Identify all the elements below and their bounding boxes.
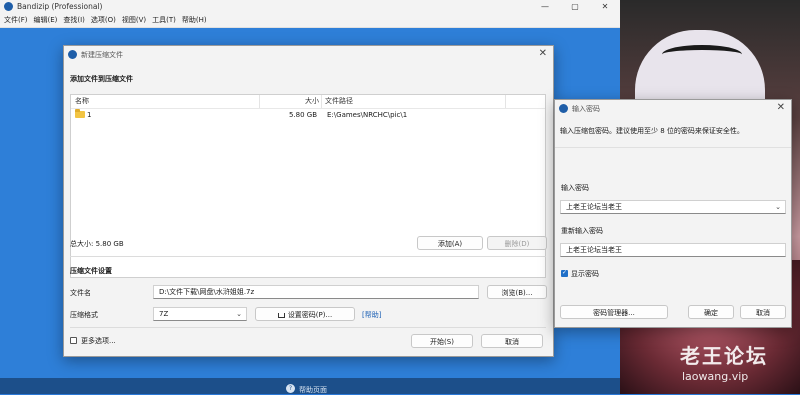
column-name[interactable]: 名称 [75,95,89,108]
password-input[interactable]: 上老王论坛当老王 ⌄ [560,200,786,214]
show-password-checkbox[interactable] [561,269,568,277]
format-label: 压缩格式 [70,311,98,319]
new-archive-title: 新建压缩文件 [81,50,123,59]
divider [555,147,791,148]
close-button[interactable]: ✕ [590,0,620,13]
start-button[interactable]: 开始(S) [411,334,473,348]
ok-button[interactable]: 确定 [688,305,734,319]
new-archive-dialog: 新建压缩文件 ✕ 添加文件到压缩文件 名称 大小 文件路径 1 5.80 GB … [63,45,554,357]
filename-field[interactable]: D:\文件下载\网盘\水浒姐姐.7z [153,285,479,299]
column-divider[interactable] [505,95,506,108]
more-options-label[interactable]: 更多选项... [81,336,116,346]
password-label: 输入密码 [561,184,589,192]
photo-headband [662,45,742,64]
filename-label: 文件名 [70,289,91,297]
help-link[interactable]: [帮助] [362,310,381,320]
table-row[interactable]: 1 5.80 GB E:\Games\NRCHC\pic\1 [71,108,545,122]
menu-help[interactable]: 帮助(H) [182,15,207,25]
close-icon[interactable]: ✕ [539,48,547,59]
row-size: 5.80 GB [288,111,317,119]
total-size: 总大小: 5.80 GB [70,240,124,248]
menu-bar: 文件(F) 编辑(E) 查找(I) 选项(O) 视图(V) 工具(T) 帮助(H… [0,13,620,28]
status-bar: ? 帮助页面 [0,378,620,394]
bandizip-logo-icon [4,2,13,11]
add-files-heading: 添加文件到压缩文件 [70,75,133,83]
window-controls: — ▢ ✕ [530,0,620,13]
chevron-down-icon[interactable]: ⌄ [775,201,781,213]
more-options-checkbox[interactable] [70,337,77,344]
file-list[interactable]: 名称 大小 文件路径 1 5.80 GB E:\Games\NRCHC\pic\… [70,94,546,278]
divider [70,256,546,257]
password-value: 上老王论坛当老王 [566,203,622,211]
menu-tools[interactable]: 工具(T) [152,15,176,25]
folder-icon [75,109,85,118]
bandizip-logo-icon [68,50,77,59]
bandizip-logo-icon [559,104,568,113]
menu-file[interactable]: 文件(F) [4,15,28,25]
maximize-button[interactable]: ▢ [560,0,590,13]
divider [70,327,546,328]
menu-edit[interactable]: 编辑(E) [34,15,58,25]
menu-view[interactable]: 视图(V) [122,15,146,25]
reenter-password-input[interactable]: 上老王论坛当老王 [560,243,786,257]
main-titlebar: Bandizip (Professional) — ▢ ✕ [0,0,620,13]
column-divider[interactable] [321,95,322,108]
password-dialog-title: 输入密码 [572,104,600,113]
add-button[interactable]: 添加(A) [417,236,483,250]
minimize-button[interactable]: — [530,0,560,13]
show-password-label[interactable]: 显示密码 [571,269,599,279]
help-icon[interactable]: ? [286,384,295,393]
password-manager-button[interactable]: 密码管理器... [560,305,668,319]
set-password-label: 设置密码(P)... [287,311,333,319]
column-size[interactable]: 大小 [305,95,319,108]
cancel-button[interactable]: 取消 [481,334,543,348]
menu-find[interactable]: 查找(I) [63,15,85,25]
column-path[interactable]: 文件路径 [325,95,353,108]
menu-options[interactable]: 选项(O) [91,15,116,25]
file-list-header: 名称 大小 文件路径 [71,95,545,109]
format-value: 7Z [159,310,169,318]
reenter-password-label: 重新输入密码 [561,227,603,235]
main-window-title: Bandizip (Professional) [17,2,103,11]
close-icon[interactable]: ✕ [777,102,785,113]
remove-button[interactable]: 删除(D) [487,236,547,250]
password-dialog: 输入密码 ✕ 输入压缩包密码。建议使用至少 8 位的密码来保证安全性。 输入密码… [554,99,792,328]
new-archive-titlebar: 新建压缩文件 ✕ [64,46,553,63]
row-path: E:\Games\NRCHC\pic\1 [327,111,408,119]
watermark-url: laowang.vip [682,370,749,383]
lock-icon [277,313,285,318]
row-name: 1 [87,111,92,119]
set-password-button[interactable]: 设置密码(P)... [255,307,355,321]
password-description: 输入压缩包密码。建议使用至少 8 位的密码来保证安全性。 [560,127,744,135]
browse-button[interactable]: 浏览(B)... [487,285,547,299]
password-cancel-button[interactable]: 取消 [740,305,786,319]
archive-settings-heading: 压缩文件设置 [70,267,112,275]
watermark-title: 老王论坛 [680,344,768,368]
column-divider[interactable] [259,95,260,108]
format-select[interactable]: 7Z ⌄ [153,307,247,321]
chevron-down-icon: ⌄ [236,310,242,318]
password-titlebar: 输入密码 ✕ [555,100,791,117]
